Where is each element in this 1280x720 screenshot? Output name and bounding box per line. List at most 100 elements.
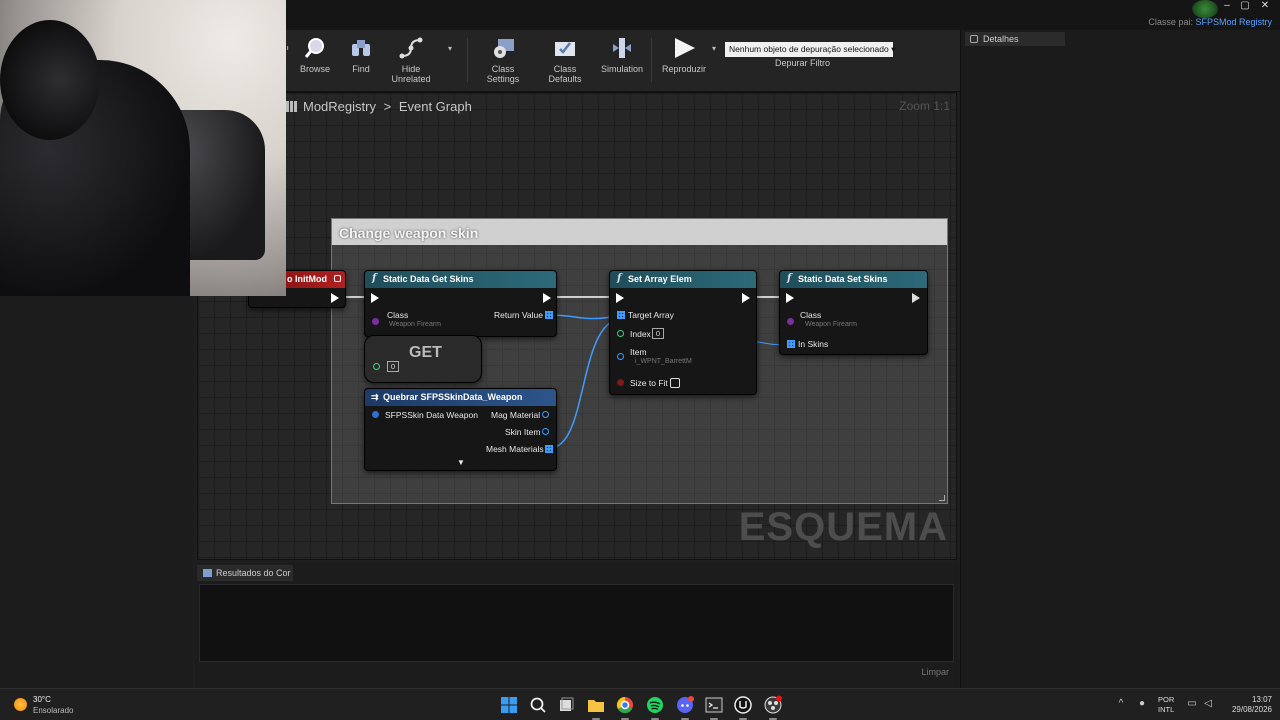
class-pin-value[interactable]: Weapon Firearm <box>389 321 441 328</box>
hide-unrelated-dropdown-icon[interactable]: ▾ <box>448 44 452 53</box>
skin-item-pin[interactable] <box>542 428 549 435</box>
unreal-icon <box>734 696 752 714</box>
exec-out-pin[interactable] <box>742 293 750 303</box>
clear-button[interactable]: Limpar <box>921 667 949 677</box>
clock[interactable]: 13:07 29/08/2026 <box>1226 695 1272 715</box>
browse-button[interactable]: Browse <box>297 34 333 90</box>
node-break-struct-header: ⇉ Quebrar SFPSSkinData_Weapon <box>365 389 556 406</box>
index-pin[interactable] <box>373 363 380 370</box>
function-icon: f <box>617 273 622 284</box>
blueprint-watermark: ESQUEMA <box>738 505 948 549</box>
discord-button[interactable] <box>675 695 695 720</box>
index-pin[interactable] <box>617 330 624 337</box>
chevron-up-icon[interactable]: ^ <box>1116 699 1126 709</box>
in-skins-label: In Skins <box>798 339 829 349</box>
exec-out-pin[interactable] <box>543 293 551 303</box>
start-button[interactable] <box>499 695 519 715</box>
hide-unrelated-button[interactable]: Hide Unrelated <box>381 34 441 90</box>
size-to-fit-label: Size to Fit <box>630 378 668 388</box>
compiler-results-panel: Resultados do Cor Limpar <box>195 563 959 688</box>
play-label: Reproduzir <box>661 64 707 74</box>
keyboard-layout[interactable]: POR INTL <box>1158 695 1174 715</box>
task-view-icon <box>560 697 574 711</box>
terminal-button[interactable] <box>704 695 724 720</box>
get-index-value[interactable]: 0 <box>387 361 399 372</box>
array-pin-icon[interactable] <box>545 311 553 319</box>
obs-icon <box>764 695 782 714</box>
parent-class-link[interactable]: SFPSMod Registry <box>1195 17 1272 27</box>
size-to-fit-checkbox[interactable] <box>670 378 680 388</box>
close-button[interactable]: ✕ <box>1256 0 1274 14</box>
node-get-title: GET <box>409 344 442 361</box>
class-settings-button[interactable]: Class Settings <box>475 34 531 90</box>
task-view-button[interactable] <box>556 695 576 715</box>
struct-in-label: SFPSSkin Data Weapon <box>385 410 478 420</box>
item-label: Item <box>630 347 647 357</box>
play-button[interactable]: Reproduzir <box>659 34 709 90</box>
exec-out-pin[interactable] <box>331 293 339 303</box>
event-graph-canvas[interactable]: ModRegistry > Event Graph Zoom 1:1 Chang… <box>197 92 957 560</box>
play-options-dropdown-icon[interactable]: ▾ <box>712 44 716 53</box>
array-pin-icon[interactable] <box>545 445 553 453</box>
class-pin[interactable] <box>787 318 794 325</box>
chrome-icon <box>616 696 633 714</box>
node-get[interactable]: GET 0 <box>364 335 482 383</box>
item-pin[interactable] <box>617 353 624 360</box>
spotify-icon <box>647 697 663 713</box>
class-settings-label: Class Settings <box>486 64 520 84</box>
debug-object-select[interactable]: Nenhum objeto de depuração selecionado ▾ <box>725 42 895 57</box>
unreal-engine-button[interactable] <box>733 695 753 720</box>
exec-in-pin[interactable] <box>371 293 379 303</box>
weather-temperature[interactable]: 30°C <box>33 695 51 704</box>
expand-pins-icon[interactable]: ▼ <box>457 458 465 467</box>
windows-icon <box>501 697 517 713</box>
class-defaults-button[interactable]: Class Defaults <box>537 34 593 90</box>
maximize-button[interactable]: ▢ <box>1236 0 1254 14</box>
class-pin-label: Class <box>800 310 822 320</box>
tab-compiler-results[interactable]: Resultados do Cor <box>197 565 293 581</box>
results-icon <box>203 569 212 577</box>
display-icon[interactable]: ▭ <box>1187 699 1197 709</box>
tab-details[interactable]: Detalhes <box>965 32 1065 46</box>
magnifier-icon <box>304 38 324 58</box>
blueprint-toolbar: Browse Find Hide Unrelated ▾ Class Setti… <box>285 30 960 92</box>
results-log[interactable] <box>199 584 954 662</box>
node-set-array-elem[interactable]: f Set Array Elem Target Array Index 0 It… <box>609 270 757 395</box>
exec-in-pin[interactable] <box>616 293 624 303</box>
class-pin-value[interactable]: Weapon Firearm <box>805 321 857 328</box>
in-skins-pin[interactable] <box>787 340 795 348</box>
node-set-skins-header: f Static Data Set Skins <box>780 271 927 288</box>
node-get-skins[interactable]: f Static Data Get Skins Class Weapon Fir… <box>364 270 557 337</box>
exec-in-pin[interactable] <box>786 293 794 303</box>
target-array-pin[interactable] <box>617 311 625 319</box>
minimize-button[interactable]: – <box>1218 0 1236 14</box>
find-button[interactable]: Find <box>343 34 379 90</box>
simulation-button[interactable]: Simulation <box>599 34 645 90</box>
weather-condition[interactable]: Ensolarado <box>33 706 73 715</box>
skin-item-label: Skin Item <box>505 427 541 437</box>
clock-time: 13:07 <box>1251 695 1272 704</box>
index-value[interactable]: 0 <box>652 328 664 339</box>
struct-in-pin[interactable] <box>372 411 379 418</box>
chrome-button[interactable] <box>615 695 635 720</box>
class-pin-label: Class <box>387 310 409 320</box>
search-button[interactable] <box>528 695 548 715</box>
toolbar-partial-button[interactable] <box>287 34 293 90</box>
class-pin[interactable] <box>372 318 379 325</box>
play-icon <box>675 38 695 58</box>
spotify-button[interactable] <box>645 695 665 720</box>
left-panel <box>0 295 193 688</box>
size-to-fit-pin[interactable] <box>617 379 624 386</box>
node-set-skins[interactable]: f Static Data Set Skins Class Weapon Fir… <box>779 270 928 355</box>
terminal-icon <box>705 697 723 713</box>
microphone-icon[interactable]: ● <box>1137 699 1147 709</box>
volume-icon[interactable]: ◁ <box>1203 699 1213 709</box>
exec-out-pin[interactable] <box>912 293 920 303</box>
simulation-label: Simulation <box>600 64 644 74</box>
obs-button[interactable] <box>763 695 783 720</box>
node-break-struct[interactable]: ⇉ Quebrar SFPSSkinData_Weapon SFPSSkin D… <box>364 388 557 471</box>
mag-material-pin[interactable] <box>542 411 549 418</box>
sun-icon[interactable] <box>14 698 27 711</box>
file-explorer-button[interactable] <box>586 695 606 720</box>
item-value[interactable]: i_WPNT_BarrettM <box>635 358 692 365</box>
